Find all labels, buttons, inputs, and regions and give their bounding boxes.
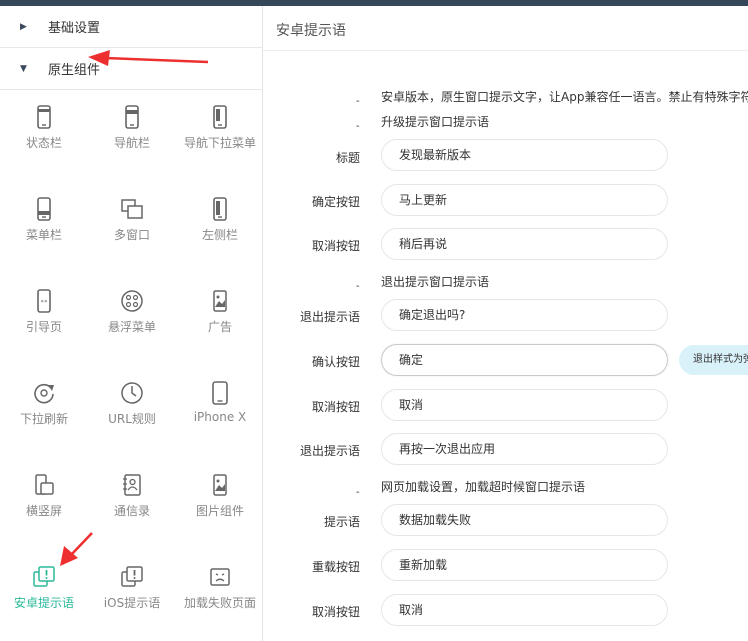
grid-item-left-sidebar[interactable]: 左侧栏 [176,186,264,276]
iphone-x-icon [212,381,228,405]
phone-menubar-icon [37,197,51,221]
grid-item-label: 通信录 [113,504,150,518]
grid-item-label: 悬浮菜单 [107,320,156,334]
grid-item-android-tip[interactable]: 安卓提示语 [0,554,88,641]
field-label-load-prompt: 提示语 [323,515,360,529]
field-label-exit-prompt: 退出提示语 [299,310,360,324]
grid-item-label: 引导页 [25,320,62,334]
cancel-load-input[interactable]: 取消 [381,594,668,626]
grid-item-ad[interactable]: 广告 [176,278,264,368]
exit-prompt-input[interactable]: 确定退出吗? [381,299,668,331]
ios-tip-icon [121,566,143,587]
grid-item-label: iOS提示语 [103,596,161,610]
section-label: 基础设置 [48,21,101,36]
bullet-marker: - [356,96,360,107]
grid-item-label: 广告 [207,320,232,334]
sad-face-icon [210,568,230,586]
grid-item-label: 图片组件 [195,504,244,518]
grid-item-iphone-x[interactable]: iPhone X [176,370,264,460]
exit-prompt-2-input[interactable]: 再按一次退出应用 [381,433,668,465]
image-component-icon [213,474,227,496]
bullet-marker: - [356,487,360,498]
title-divider [263,50,748,51]
grid-item-float-menu[interactable]: 悬浮菜单 [88,278,176,368]
phone-navbar-icon [125,105,139,129]
caret-down-icon: ▼ [20,63,27,74]
grid-item-label: 菜单栏 [25,228,62,242]
reload-button-input[interactable]: 重新加载 [381,549,668,581]
field-label-cancel-load: 取消按钮 [311,605,360,619]
float-menu-icon [121,290,143,312]
bullet-marker: - [356,281,360,292]
field-label-cancel: 取消按钮 [311,239,360,253]
intro-text: 安卓版本，原生窗口提示文字，让App兼容任一语言。禁止有特殊字符和 [381,90,748,104]
section-basic-settings[interactable]: ▶ 基础设置 [0,6,262,48]
svg-text:»»: »» [40,298,48,305]
grid-item-menubar[interactable]: 菜单栏 [0,186,88,276]
load-prompt-input[interactable]: 数据加载失败 [381,504,668,536]
grid-item-label: 下拉刷新 [19,412,68,426]
rotate-screen-icon [35,474,54,495]
grid-item-image-component[interactable]: 图片组件 [176,462,264,552]
cancel-exit-input[interactable]: 取消 [381,389,668,421]
android-tip-icon [33,566,55,587]
grid-item-label: 多窗口 [113,228,150,242]
guide-page-icon: »» [37,289,51,313]
grid-item-label: 加载失败页面 [183,596,256,610]
component-sidebar: ▶ 基础设置 ▼ 原生组件 状态栏 导航栏 导航下拉菜单 菜单栏 多窗口 左侧栏… [0,6,263,641]
grid-item-label: 横竖屏 [25,504,62,518]
grid-item-contacts[interactable]: 通信录 [88,462,176,552]
group-title-exit: 退出提示窗口提示语 [381,275,490,289]
grid-item-label: URL规则 [108,412,156,426]
grid-item-pull-refresh[interactable]: 下拉刷新 [0,370,88,460]
grid-item-guide-page[interactable]: »» 引导页 [0,278,88,368]
grid-item-label: 导航下拉菜单 [183,136,256,150]
field-label-reload: 重载按钮 [311,560,360,574]
pull-refresh-icon [34,383,54,404]
group-title-upgrade: 升级提示窗口提示语 [381,115,490,129]
grid-item-label: 安卓提示语 [13,596,74,610]
clock-icon [121,382,143,404]
field-label-title: 标题 [335,151,360,165]
grid-item-label: iPhone X [193,410,247,424]
caret-right-icon: ▶ [20,21,27,32]
grid-item-status-bar[interactable]: 状态栏 [0,94,88,184]
settings-panel: 安卓提示语 - 安卓版本，原生窗口提示文字，让App兼容任一语言。禁止有特殊字符… [263,6,748,641]
grid-item-url-rules[interactable]: URL规则 [88,370,176,460]
grid-item-multi-window[interactable]: 多窗口 [88,186,176,276]
page-title: 安卓提示语 [276,23,346,39]
grid-item-nav-dropdown[interactable]: 导航下拉菜单 [176,94,264,184]
field-label-confirm: 确定按钮 [311,195,360,209]
group-title-webload: 网页加载设置，加载超时候窗口提示语 [381,480,586,494]
title-input[interactable]: 发现最新版本 [381,139,668,171]
phone-sidebar-icon [213,197,227,221]
grid-item-label: 状态栏 [25,136,62,150]
phone-statusbar-icon [37,105,51,129]
grid-item-label: 导航栏 [113,136,150,150]
grid-item-navbar[interactable]: 导航栏 [88,94,176,184]
section-native-components[interactable]: ▼ 原生组件 [0,48,262,90]
grid-item-load-failed[interactable]: 加载失败页面 [176,554,264,641]
confirm-button-input[interactable]: 马上更新 [381,184,668,216]
section-label: 原生组件 [48,63,101,78]
bullet-marker: - [356,121,360,132]
phone-dropdown-icon [213,105,227,129]
ad-image-icon [213,290,227,312]
contacts-icon [123,474,141,496]
grid-item-ios-tip[interactable]: iOS提示语 [88,554,176,641]
cancel-button-input[interactable]: 稍后再说 [381,228,668,260]
multi-window-icon [121,199,143,219]
ok-button-input[interactable]: 确定 [381,344,668,376]
field-label-exit-prompt-2: 退出提示语 [299,444,360,458]
grid-item-rotate-screen[interactable]: 横竖屏 [0,462,88,552]
field-label-ok: 确认按钮 [311,355,360,369]
exit-style-tooltip: 退出样式为弹 [679,345,748,375]
field-label-cancel-exit: 取消按钮 [311,400,360,414]
grid-item-label: 左侧栏 [201,228,238,242]
